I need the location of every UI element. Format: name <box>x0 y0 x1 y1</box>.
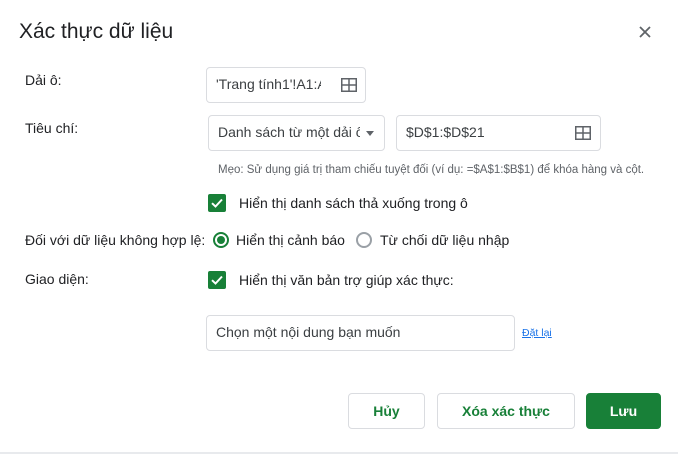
data-validation-dialog: Xác thực dữ liệu Dải ô: 'Trang tính1'!A1… <box>0 0 678 454</box>
save-button[interactable]: Lưu <box>586 393 661 429</box>
criteria-range-input[interactable]: $D$1:$D$21 <box>396 115 601 151</box>
criteria-type-dropdown[interactable]: Danh sách từ một dải ô <box>208 115 385 151</box>
dropdown-arrow-icon <box>366 131 374 136</box>
help-text-value: Chọn một nội dung bạn muốn <box>216 324 401 340</box>
dialog-title: Xác thực dữ liệu <box>19 20 174 43</box>
show-help-label: Hiển thị văn bản trợ giúp xác thực: <box>239 272 454 288</box>
appearance-label: Giao diện: <box>25 271 89 287</box>
cancel-button[interactable]: Hủy <box>348 393 425 429</box>
show-dropdown-checkbox[interactable] <box>208 194 226 212</box>
criteria-hint: Mẹo: Sử dụng giá trị tham chiếu tuyệt đố… <box>218 164 645 176</box>
radio-reject-input-label: Từ chối dữ liệu nhập <box>380 232 510 248</box>
radio-show-warning[interactable] <box>213 232 229 248</box>
grid-select-icon[interactable] <box>575 126 591 140</box>
help-text-input[interactable]: Chọn một nội dung bạn muốn <box>206 315 515 351</box>
close-icon[interactable] <box>634 21 656 43</box>
grid-select-icon[interactable] <box>341 78 357 92</box>
criteria-range-value: $D$1:$D$21 <box>406 124 485 140</box>
show-dropdown-label: Hiển thị danh sách thả xuống trong ô <box>239 195 468 211</box>
range-input[interactable]: 'Trang tính1'!A1:A <box>206 67 366 103</box>
radio-reject-input[interactable] <box>356 232 372 248</box>
range-label: Dải ô: <box>25 72 62 88</box>
reset-link[interactable]: Đặt lại <box>522 327 552 339</box>
show-help-checkbox[interactable] <box>208 271 226 289</box>
range-input-value: 'Trang tính1'!A1:A <box>216 76 321 92</box>
criteria-type-value: Danh sách từ một dải ô <box>218 124 360 140</box>
remove-validation-button[interactable]: Xóa xác thực <box>437 393 575 429</box>
criteria-label: Tiêu chí: <box>25 120 79 136</box>
radio-show-warning-label: Hiển thị cảnh báo <box>236 232 345 248</box>
invalid-data-label: Đối với dữ liệu không hợp lệ: <box>25 232 206 248</box>
